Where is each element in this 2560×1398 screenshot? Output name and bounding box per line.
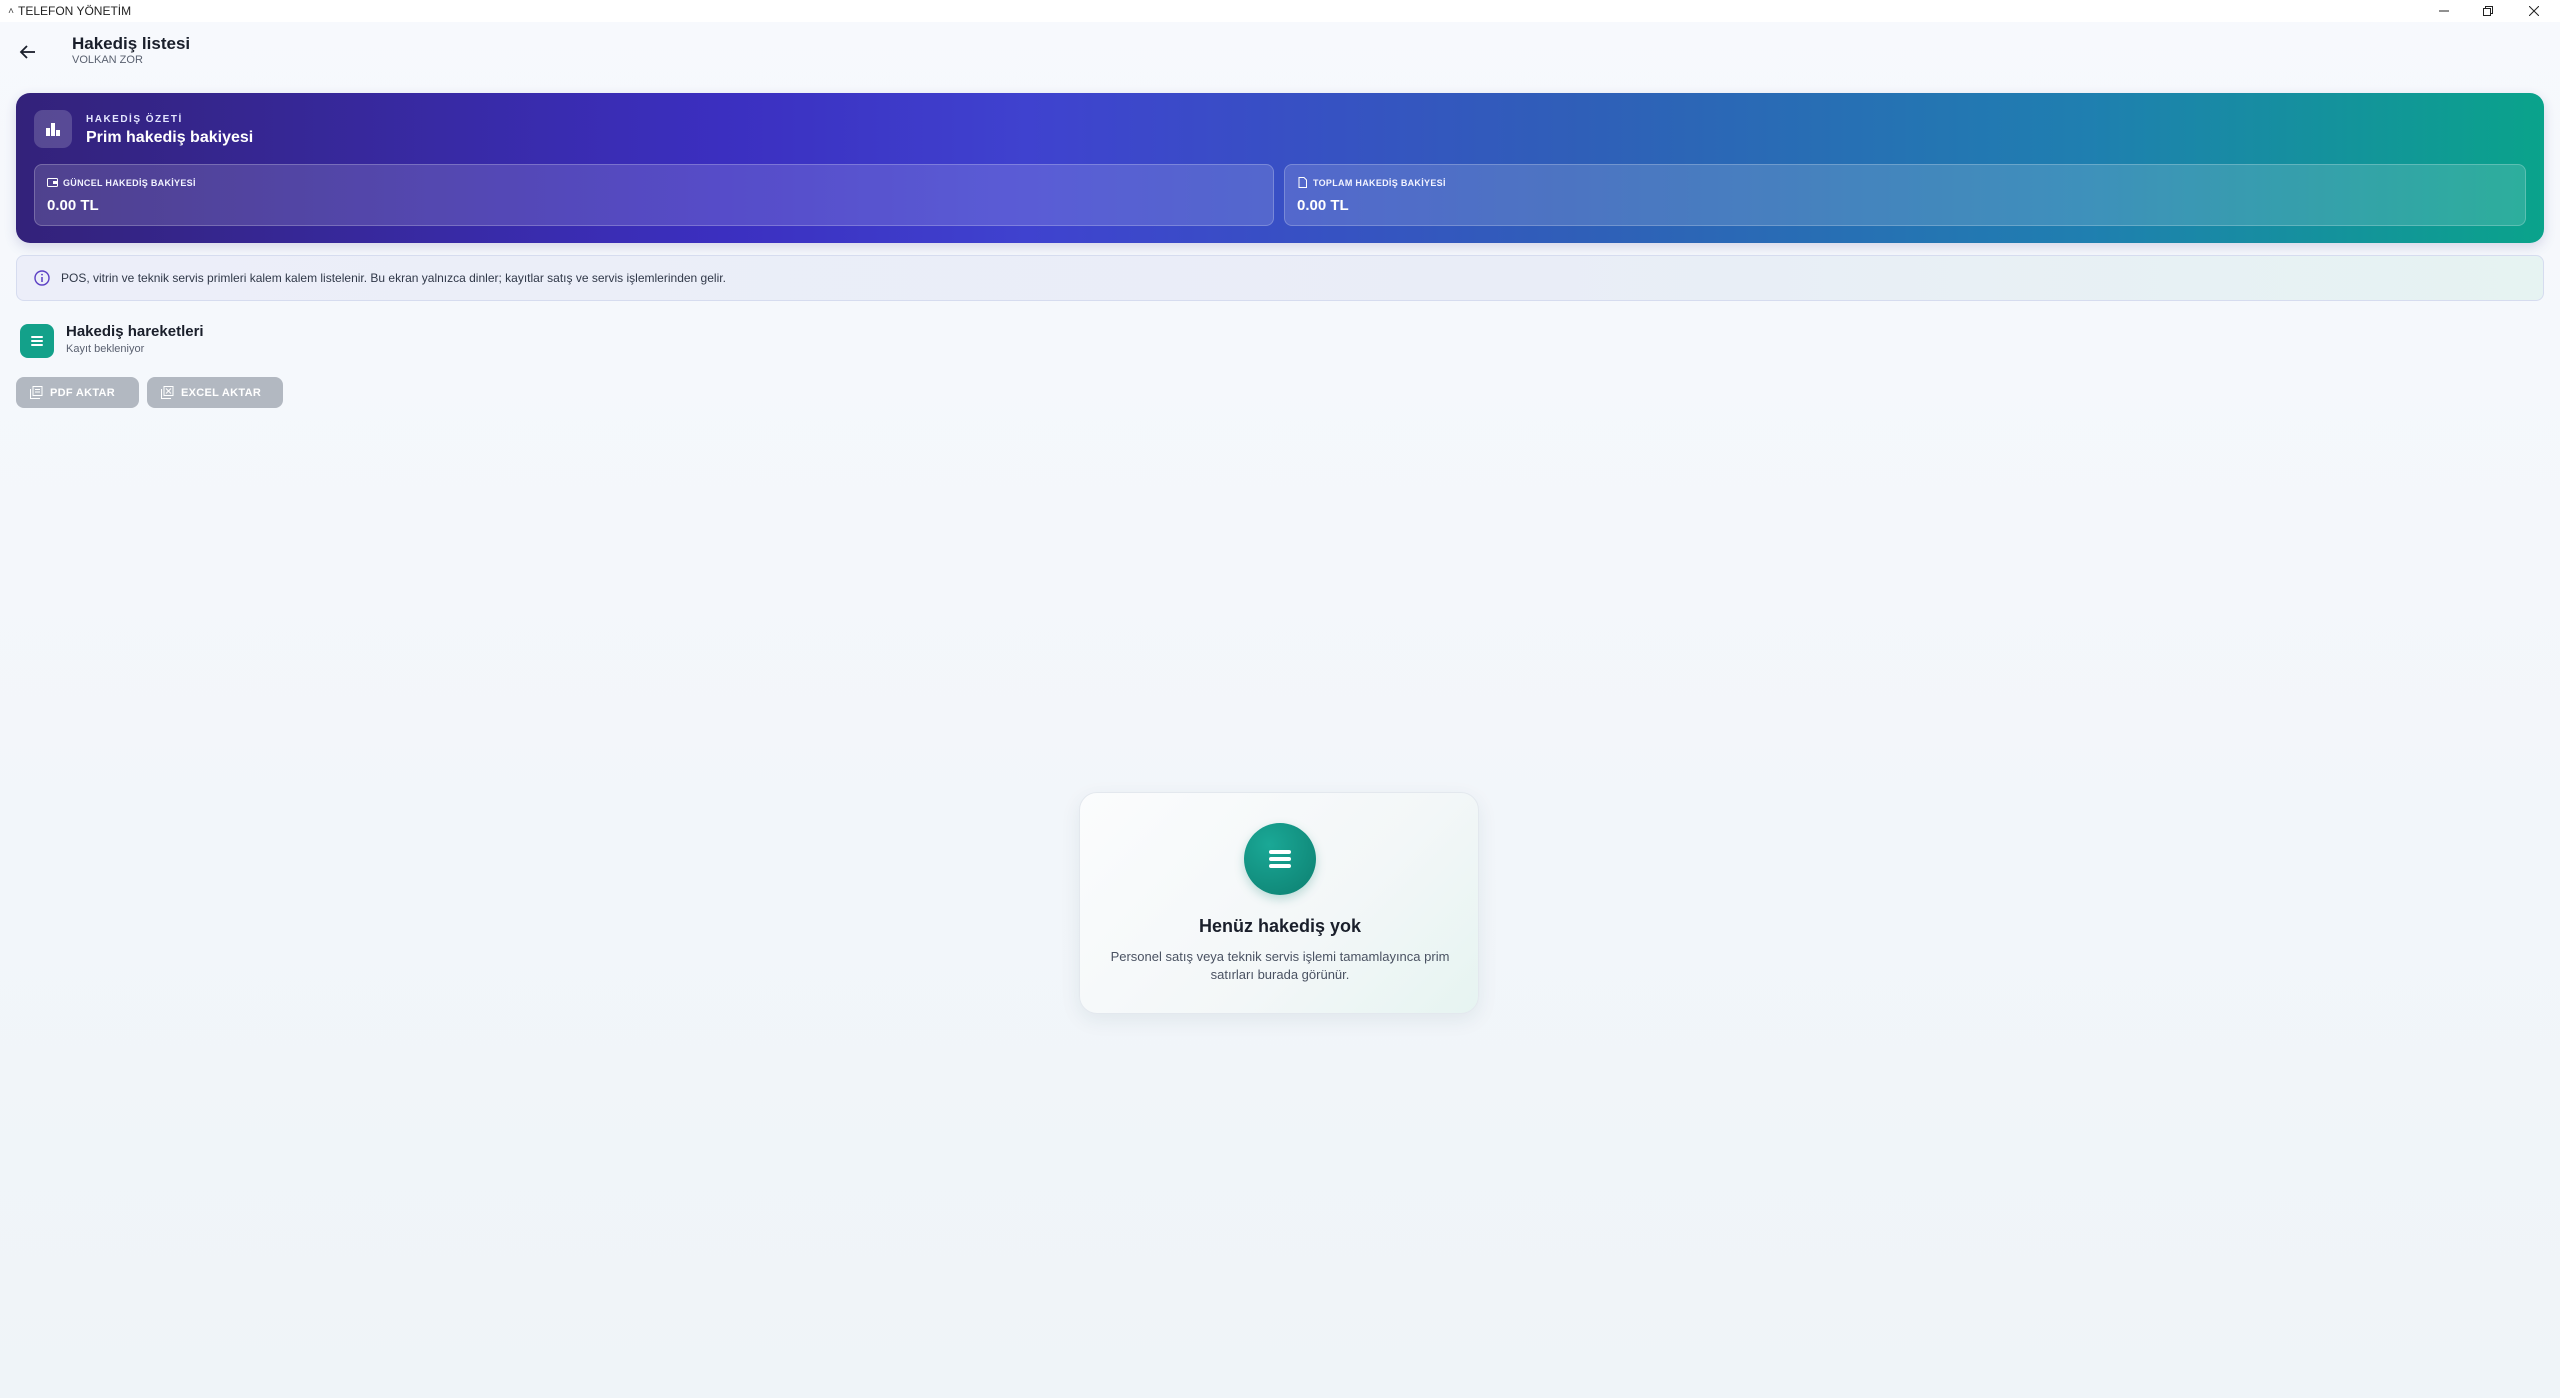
empty-state-card: Henüz hakediş yok Personel satış veya te… <box>1079 792 1479 1014</box>
minimize-button[interactable] <box>2422 0 2466 22</box>
bar-chart-icon <box>34 110 72 148</box>
minimize-icon <box>2439 10 2449 12</box>
app-menu-icon[interactable]: ˄ <box>4 0 18 22</box>
summary-card: HAKEDİŞ ÖZETİ Prim hakediş bakiyesi GÜNC… <box>16 93 2544 243</box>
excel-export-button[interactable]: EXCEL AKTAR <box>147 377 283 408</box>
page-title: Hakediş listesi <box>72 34 191 53</box>
list-icon <box>20 324 54 358</box>
list-icon <box>1244 823 1316 895</box>
close-button[interactable] <box>2512 0 2556 22</box>
empty-state-description: Personel satış veya teknik servis işlemi… <box>1110 949 1450 982</box>
excel-icon <box>161 386 174 399</box>
window-title: TELEFON YÖNETİM <box>18 4 132 18</box>
info-icon <box>33 269 51 287</box>
stat-label: TOPLAM HAKEDİŞ BAKİYESİ <box>1313 177 1446 188</box>
pdf-icon <box>30 386 43 399</box>
restore-button[interactable] <box>2466 0 2510 22</box>
summary-eyebrow: HAKEDİŞ ÖZETİ <box>86 114 183 125</box>
restore-icon <box>2483 6 2493 16</box>
back-button[interactable] <box>16 40 40 64</box>
wallet-icon <box>47 178 58 187</box>
excel-export-label: EXCEL AKTAR <box>181 386 262 399</box>
stat-value: 0.00 TL <box>47 197 99 214</box>
info-text: POS, vitrin ve teknik servis primleri ka… <box>61 271 726 285</box>
close-icon <box>2529 6 2539 16</box>
current-balance-stat: GÜNCEL HAKEDİŞ BAKİYESİ 0.00 TL <box>34 164 1274 226</box>
summary-title: Prim hakediş bakiyesi <box>86 129 254 146</box>
stat-value: 0.00 TL <box>1297 197 1349 214</box>
section-title: Hakediş hareketleri <box>66 323 204 340</box>
section-subtitle: Kayıt bekleniyor <box>66 343 145 355</box>
empty-state-title: Henüz hakediş yok <box>1198 916 1362 936</box>
total-balance-stat: TOPLAM HAKEDİŞ BAKİYESİ 0.00 TL <box>1284 164 2526 226</box>
info-banner: POS, vitrin ve teknik servis primleri ka… <box>16 255 2544 301</box>
pdf-export-label: PDF AKTAR <box>50 386 116 399</box>
stat-label: GÜNCEL HAKEDİŞ BAKİYESİ <box>63 177 196 188</box>
page-subtitle: VOLKAN ZOR <box>72 54 143 66</box>
arrow-left-icon <box>19 45 35 59</box>
document-icon <box>1298 177 1307 188</box>
window-titlebar: ˄ TELEFON YÖNETİM <box>0 0 2560 22</box>
pdf-export-button[interactable]: PDF AKTAR <box>16 377 139 408</box>
